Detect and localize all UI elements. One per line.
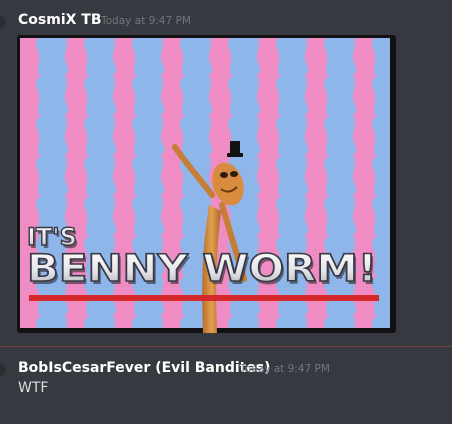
avatar[interactable] xyxy=(0,16,6,28)
message-timestamp: Today at 9:47 PM xyxy=(240,363,330,375)
new-messages-divider xyxy=(0,346,452,347)
chat-view: CosmiX TB Today at 9:47 PM IT'S BENNY WO… xyxy=(0,0,452,424)
message-author[interactable]: CosmiX TB xyxy=(18,12,102,28)
message-content: WTF xyxy=(18,380,49,396)
message-timestamp: Today at 9:47 PM xyxy=(101,15,191,27)
message-image-attachment[interactable]: IT'S BENNY WORM! IT'S BENNY WORM! xyxy=(17,35,396,333)
image-caption-line2: BENNY WORM! xyxy=(27,247,377,290)
avatar[interactable] xyxy=(0,364,6,376)
message-author[interactable]: BobIsCesarFever (Evil Bandites) xyxy=(18,360,271,376)
